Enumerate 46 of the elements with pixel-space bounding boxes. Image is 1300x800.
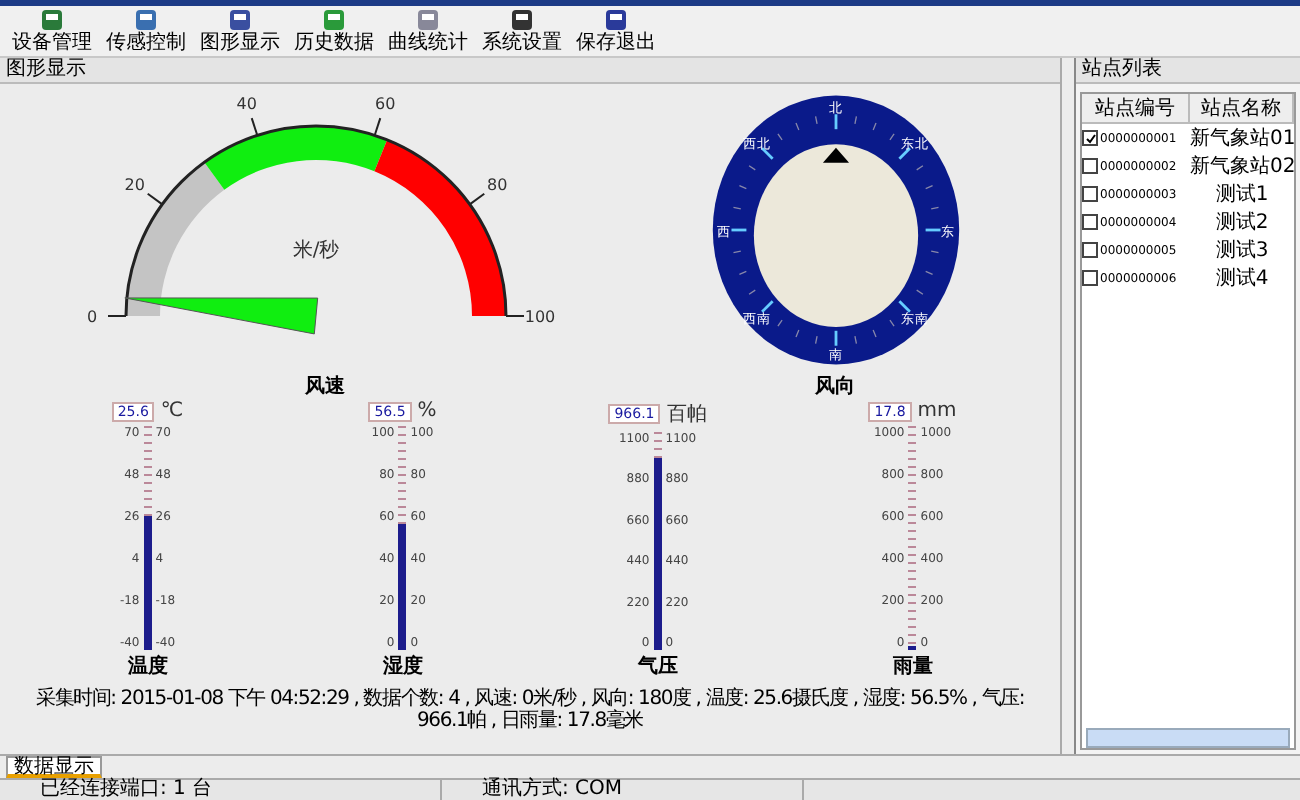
- panel-title: 图形显示: [0, 58, 1060, 84]
- toolbar-icon: [510, 8, 534, 32]
- station-name: 测试4: [1213, 265, 1271, 292]
- meter-caption: 湿度: [382, 652, 423, 680]
- toolbar-button[interactable]: 历史数据: [290, 8, 378, 56]
- toolbar-icon: [604, 8, 628, 32]
- speed-gauge: 0 20 40 60 80 100 米/秒: [75, 90, 575, 370]
- status-text: 已经连接端口: 1 台: [0, 780, 442, 800]
- unit-label: 百帕: [666, 402, 707, 428]
- unit-label: mm: [917, 400, 957, 422]
- toolbar-button[interactable]: 设备管理: [8, 8, 96, 56]
- checkbox[interactable]: [1082, 186, 1098, 202]
- meter-caption: 雨量: [892, 654, 933, 680]
- checkbox[interactable]: [1082, 130, 1098, 146]
- station-name: 测试1: [1213, 181, 1271, 208]
- toolbar-button[interactable]: 系统设置: [478, 8, 566, 56]
- station-name: 新气象站02: [1190, 153, 1296, 180]
- unit-label: %: [417, 400, 437, 422]
- gauge-caption: 风速: [305, 373, 345, 400]
- column-header: 站点编号: [1082, 94, 1190, 124]
- unit-label: ℃: [160, 400, 184, 422]
- toolbar-icon: [228, 8, 252, 32]
- scrollbar[interactable]: [1086, 728, 1290, 748]
- toolbar-icon: [40, 8, 64, 32]
- tab[interactable]: 数据显示: [6, 756, 102, 778]
- panel-title: 站点列表: [1076, 58, 1300, 84]
- checkbox[interactable]: [1082, 214, 1098, 230]
- toolbar-button[interactable]: 曲线统计: [384, 8, 472, 56]
- toolbar-button[interactable]: 传感控制: [102, 8, 190, 56]
- toolbar-icon: [134, 8, 158, 32]
- station-name: 测试3: [1213, 237, 1271, 264]
- toolbar-button[interactable]: 保存退出: [572, 8, 660, 56]
- column-header: 站点名称: [1190, 94, 1294, 124]
- status-line: 采集时间: 2015-01-08 下午 04:52:29 , 数据个数: 4 , 风速: 0米/秒 , 风向: 180度 , 温度: 25.6摄氏度 , 湿度: 56.5% , 气压: 966.1帕 , 日雨量: 17.8毫米: [33, 688, 1027, 732]
- checkbox[interactable]: [1082, 158, 1098, 174]
- toolbar-icon: [322, 8, 346, 32]
- checkbox[interactable]: [1082, 270, 1098, 286]
- meter-caption: 气压: [637, 653, 678, 680]
- status-text: 通讯方式: COM: [442, 780, 804, 800]
- toolbar-button[interactable]: 图形显示: [196, 8, 284, 56]
- station-name: 新气象站01: [1190, 125, 1296, 152]
- checkbox[interactable]: [1082, 242, 1098, 258]
- compass-caption: 风向: [815, 373, 855, 400]
- toolbar-icon: [416, 8, 440, 32]
- meter-caption: 温度: [127, 652, 168, 680]
- station-name: 测试2: [1213, 209, 1271, 236]
